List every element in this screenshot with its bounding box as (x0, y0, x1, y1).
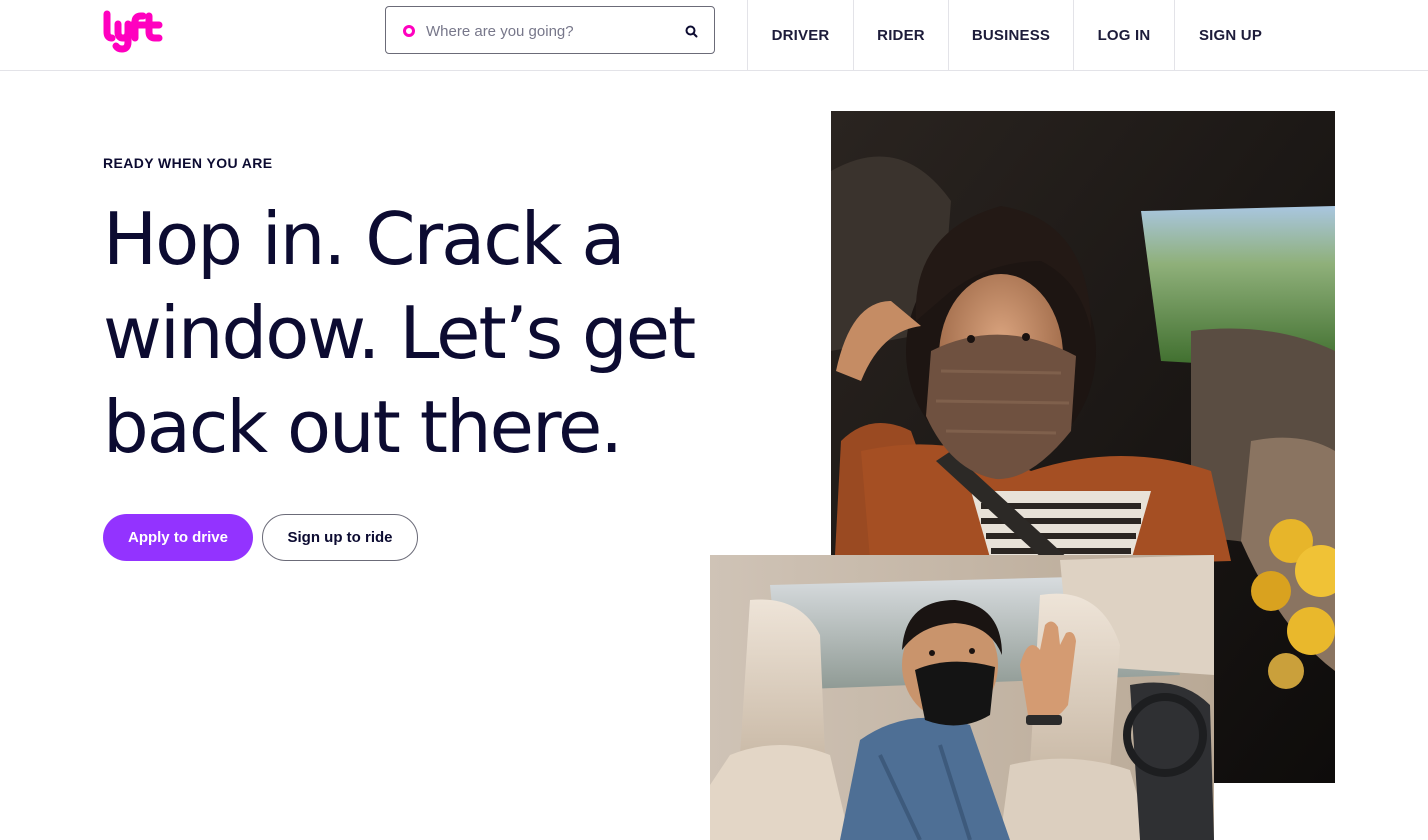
site-header: DRIVER RIDER BUSINESS LOG IN SIGN UP (0, 0, 1428, 71)
headline-line-3: back out there. (103, 385, 623, 469)
headline-line-2: window. Let’s get (103, 291, 696, 375)
search-button[interactable] (680, 20, 702, 42)
lyft-logo[interactable] (102, 8, 164, 54)
headline-line-1: Hop in. Crack a (103, 197, 625, 281)
hero-headline: Hop in. Crack a window. Let’s get back o… (103, 192, 743, 474)
apply-to-drive-button[interactable]: Apply to drive (103, 514, 253, 561)
driver-photo (710, 555, 1214, 840)
nav-driver[interactable]: DRIVER (747, 0, 853, 71)
destination-search-input[interactable] (426, 18, 666, 44)
pickup-dot-icon (403, 25, 415, 37)
nav-business[interactable]: BUSINESS (948, 0, 1073, 71)
search-icon (685, 25, 697, 37)
hero-eyebrow: READY WHEN YOU ARE (103, 155, 273, 171)
nav-rider[interactable]: RIDER (853, 0, 948, 71)
sign-up-to-ride-button[interactable]: Sign up to ride (262, 514, 418, 561)
lyft-logo-icon (103, 10, 163, 53)
nav-log-in[interactable]: LOG IN (1073, 0, 1174, 71)
driver-photo-image (710, 555, 1214, 840)
main-nav: DRIVER RIDER BUSINESS LOG IN SIGN UP (747, 0, 1286, 71)
nav-sign-up[interactable]: SIGN UP (1174, 0, 1286, 71)
destination-search (385, 6, 715, 54)
